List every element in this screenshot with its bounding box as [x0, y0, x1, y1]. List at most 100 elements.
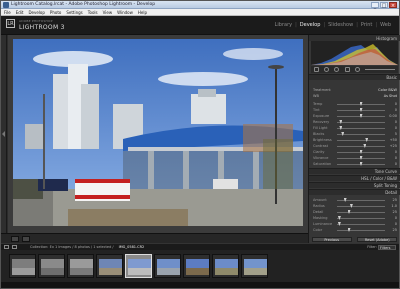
menu-photo[interactable]: Photo: [50, 9, 61, 16]
graduated-filter-icon[interactable]: [344, 67, 350, 72]
menu-edit[interactable]: Edit: [16, 9, 24, 16]
loupe-view-button[interactable]: [11, 235, 19, 242]
tone-curve-panel-header[interactable]: Tone Curve: [309, 168, 400, 174]
slider-track[interactable]: [337, 140, 385, 141]
detail-slider-radius[interactable]: Radius 1.0: [313, 204, 397, 208]
detail-slider-luminance[interactable]: Luminance 0: [313, 222, 397, 226]
menu-file[interactable]: File: [4, 9, 11, 16]
basic-slider-temp[interactable]: Temp 0: [313, 102, 397, 106]
slider-value[interactable]: 25: [393, 228, 397, 232]
previous-button[interactable]: Previous: [311, 237, 352, 242]
slider-value[interactable]: 0: [395, 222, 397, 226]
slider-value[interactable]: 0: [395, 108, 397, 112]
reset-button[interactable]: Reset (Adobe): [357, 237, 398, 242]
module-library[interactable]: Library: [275, 22, 292, 28]
basic-slider-contrast[interactable]: Contrast +25: [313, 144, 397, 148]
detail-panel-header[interactable]: Detail: [309, 189, 400, 195]
filmstrip-thumbnail[interactable]: [96, 254, 123, 278]
slider-value[interactable]: +25: [390, 144, 397, 148]
basic-slider-recovery[interactable]: Recovery 0: [313, 120, 397, 124]
slider-label: Exposure: [313, 114, 330, 118]
treatment-toggle[interactable]: Color B&W: [378, 88, 397, 92]
adjustment-brush-icon[interactable]: [354, 67, 360, 72]
slider-value[interactable]: 0: [395, 162, 397, 166]
basic-slider-clarity[interactable]: Clarity 0: [313, 150, 397, 154]
filmstrip-source[interactable]: Collection: Ex 1 Images / 8 photos / 1 s…: [30, 245, 114, 249]
maximize-button[interactable]: □: [380, 2, 388, 9]
basic-slider-fill-light[interactable]: Fill Light 0: [313, 126, 397, 130]
expand-left-panel-icon[interactable]: [2, 131, 5, 137]
menu-settings[interactable]: Settings: [66, 9, 82, 16]
minimize-button[interactable]: _: [371, 2, 379, 9]
filmstrip-thumbnail[interactable]: [125, 254, 152, 278]
filmstrip-thumbnail[interactable]: [183, 254, 210, 278]
slider-value[interactable]: 0: [395, 120, 397, 124]
wb-select[interactable]: As Shot: [384, 94, 397, 98]
basic-slider-brightness[interactable]: Brightness +50: [313, 138, 397, 142]
menu-window[interactable]: Window: [117, 9, 133, 16]
filmstrip-thumbnail[interactable]: [9, 254, 36, 278]
window-controls: _ □ ×: [371, 2, 397, 9]
filmstrip-thumbnail[interactable]: [154, 254, 181, 278]
slider-value[interactable]: 0: [395, 156, 397, 160]
detail-slider-color[interactable]: Color 25: [313, 228, 397, 232]
slider-track[interactable]: [337, 230, 385, 231]
detail-slider-amount[interactable]: Amount 25: [313, 198, 397, 202]
slider-value[interactable]: 1.0: [391, 204, 397, 208]
detail-slider-masking[interactable]: Masking 0: [313, 216, 397, 220]
menu-help[interactable]: Help: [138, 9, 147, 16]
hsl-panel-header[interactable]: HSL / Color / B&W: [309, 175, 400, 181]
slider-value[interactable]: 5: [395, 132, 397, 136]
before-after-button[interactable]: [22, 235, 30, 242]
filmstrip-thumbnail[interactable]: [241, 254, 268, 278]
histogram[interactable]: [311, 41, 398, 65]
close-button[interactable]: ×: [389, 2, 397, 9]
basic-slider-saturation[interactable]: Saturation 0: [313, 162, 397, 166]
split-toning-panel-header[interactable]: Split Toning: [309, 182, 400, 188]
photo-viewer[interactable]: Loading...: [8, 35, 308, 255]
menu-view[interactable]: View: [103, 9, 113, 16]
basic-slider-tint[interactable]: Tint 0: [313, 108, 397, 112]
left-panel-collapsed[interactable]: [1, 35, 7, 233]
slider-value[interactable]: 0.00: [389, 114, 397, 118]
module-web[interactable]: Web: [380, 22, 391, 28]
slider-value[interactable]: +50: [390, 138, 397, 142]
slider-value[interactable]: 25: [393, 210, 397, 214]
tool-slider[interactable]: [365, 69, 396, 70]
module-slideshow[interactable]: Slideshow: [328, 22, 353, 28]
menu-develop[interactable]: Develop: [28, 9, 44, 16]
menu-tools[interactable]: Tools: [88, 9, 98, 16]
white-balance-row: WB As Shot: [313, 94, 397, 99]
slider-track[interactable]: [337, 200, 385, 201]
slider-value[interactable]: 0: [395, 150, 397, 154]
slider-value[interactable]: 0: [395, 102, 397, 106]
slider-track[interactable]: [337, 218, 385, 219]
slider-track[interactable]: [337, 128, 385, 129]
basic-slider-blacks[interactable]: Blacks 5: [313, 132, 397, 136]
main-photo[interactable]: [13, 39, 303, 226]
slider-track[interactable]: [337, 224, 385, 225]
slider-track[interactable]: [337, 122, 385, 123]
red-eye-icon[interactable]: [334, 67, 340, 72]
slider-value[interactable]: 25: [393, 198, 397, 202]
crop-tool-icon[interactable]: [313, 67, 319, 72]
loupe-view-icon[interactable]: [12, 245, 17, 249]
basic-panel-header[interactable]: Basic: [309, 74, 400, 80]
slider-track[interactable]: [337, 134, 385, 135]
basic-slider-vibrance[interactable]: Vibrance 0: [313, 156, 397, 160]
grid-view-icon[interactable]: [4, 245, 9, 249]
filmstrip-thumbnail[interactable]: [67, 254, 94, 278]
filmstrip-thumbnail[interactable]: [38, 254, 65, 278]
basic-slider-exposure[interactable]: Exposure 0.00: [313, 114, 397, 118]
module-develop[interactable]: Develop: [300, 22, 321, 28]
slider-track[interactable]: [337, 206, 385, 207]
filmstrip-thumbnail[interactable]: [212, 254, 239, 278]
module-print[interactable]: Print: [361, 22, 373, 28]
slider-value[interactable]: 0: [395, 126, 397, 130]
slider-value[interactable]: 0: [395, 216, 397, 220]
histogram-label: Histogram: [376, 35, 397, 41]
spot-removal-icon[interactable]: [323, 67, 329, 72]
slider-track[interactable]: [337, 212, 385, 213]
slider-track[interactable]: [337, 146, 385, 147]
detail-slider-detail[interactable]: Detail 25: [313, 210, 397, 214]
